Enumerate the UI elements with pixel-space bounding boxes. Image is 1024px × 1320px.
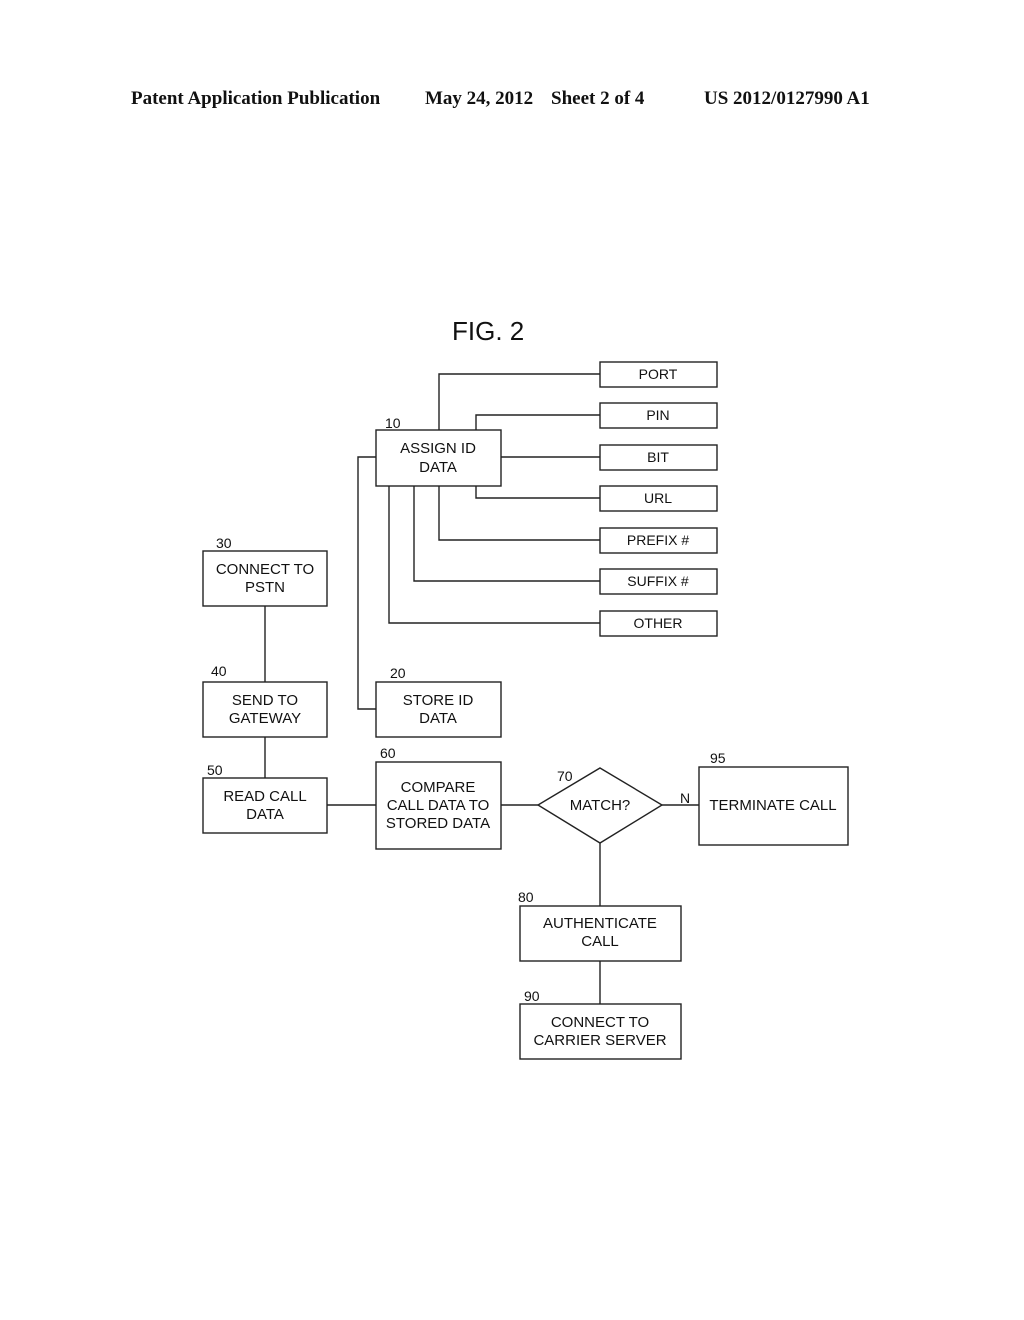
connector-suffix	[413, 486, 600, 582]
node-label: CALL	[581, 933, 619, 950]
node-compare-call-data: 60 COMPARE CALL DATA TO STORED DATA	[375, 745, 502, 850]
node-label: DATA	[419, 459, 457, 476]
node-label: SEND TO	[232, 692, 298, 709]
node-label: CONNECT TO	[216, 561, 314, 578]
node-label: PSTN	[245, 579, 285, 596]
node-label: CONNECT TO	[551, 1014, 649, 1031]
ref-50: 50	[207, 762, 223, 778]
id-type-label: PREFIX #	[627, 532, 689, 548]
id-type-bit: BIT	[599, 444, 718, 471]
node-label: DATA	[246, 806, 284, 823]
ref-40: 40	[211, 663, 227, 679]
ref-30: 30	[216, 535, 232, 551]
node-label: COMPARE	[401, 779, 476, 796]
id-type-label: PIN	[646, 407, 669, 423]
id-type-port: PORT	[599, 361, 718, 388]
ref-80: 80	[518, 889, 534, 905]
id-type-suffix: SUFFIX #	[599, 568, 718, 595]
id-type-prefix: PREFIX #	[599, 527, 718, 554]
node-label: CARRIER SERVER	[533, 1032, 666, 1049]
flowchart: 10 ASSIGN ID DATA PORT PIN BIT URL PREFI…	[202, 361, 849, 1060]
id-type-label: URL	[644, 490, 672, 506]
connector-prefix	[438, 486, 600, 541]
id-type-other: OTHER	[599, 610, 718, 637]
connector-port	[438, 373, 600, 430]
decision-label: MATCH?	[570, 797, 631, 814]
ref-60: 60	[380, 745, 396, 761]
node-label: DATA	[419, 710, 457, 727]
branch-label-no: N	[680, 790, 690, 806]
id-type-url: URL	[599, 485, 718, 512]
node-label: READ CALL	[223, 788, 306, 805]
node-label: CALL DATA TO	[387, 797, 490, 814]
connector-assign-store	[357, 456, 376, 710]
node-label: GATEWAY	[229, 710, 301, 727]
id-type-label: PORT	[639, 366, 678, 382]
ref-95: 95	[710, 750, 726, 766]
node-label: ASSIGN ID	[400, 440, 476, 457]
ref-70: 70	[557, 768, 573, 784]
id-type-label: OTHER	[634, 615, 683, 631]
ref-90: 90	[524, 988, 540, 1004]
node-label: AUTHENTICATE	[543, 915, 657, 932]
node-label: STORED DATA	[386, 815, 490, 832]
connector-other	[388, 486, 600, 624]
id-type-label: BIT	[647, 449, 669, 465]
ref-10: 10	[385, 415, 401, 431]
connector-url	[475, 486, 600, 499]
node-store-id-data: 20 STORE ID DATA	[375, 665, 502, 738]
id-type-pin: PIN	[599, 402, 718, 429]
connector-pin	[475, 414, 600, 430]
id-type-label: SUFFIX #	[627, 573, 689, 589]
node-label: STORE ID	[403, 692, 474, 709]
ref-20: 20	[390, 665, 406, 681]
node-connect-to-pstn: 30 CONNECT TO PSTN	[202, 535, 328, 607]
node-label: TERMINATE CALL	[709, 797, 836, 814]
node-terminate-call: 95 TERMINATE CALL	[698, 750, 849, 846]
